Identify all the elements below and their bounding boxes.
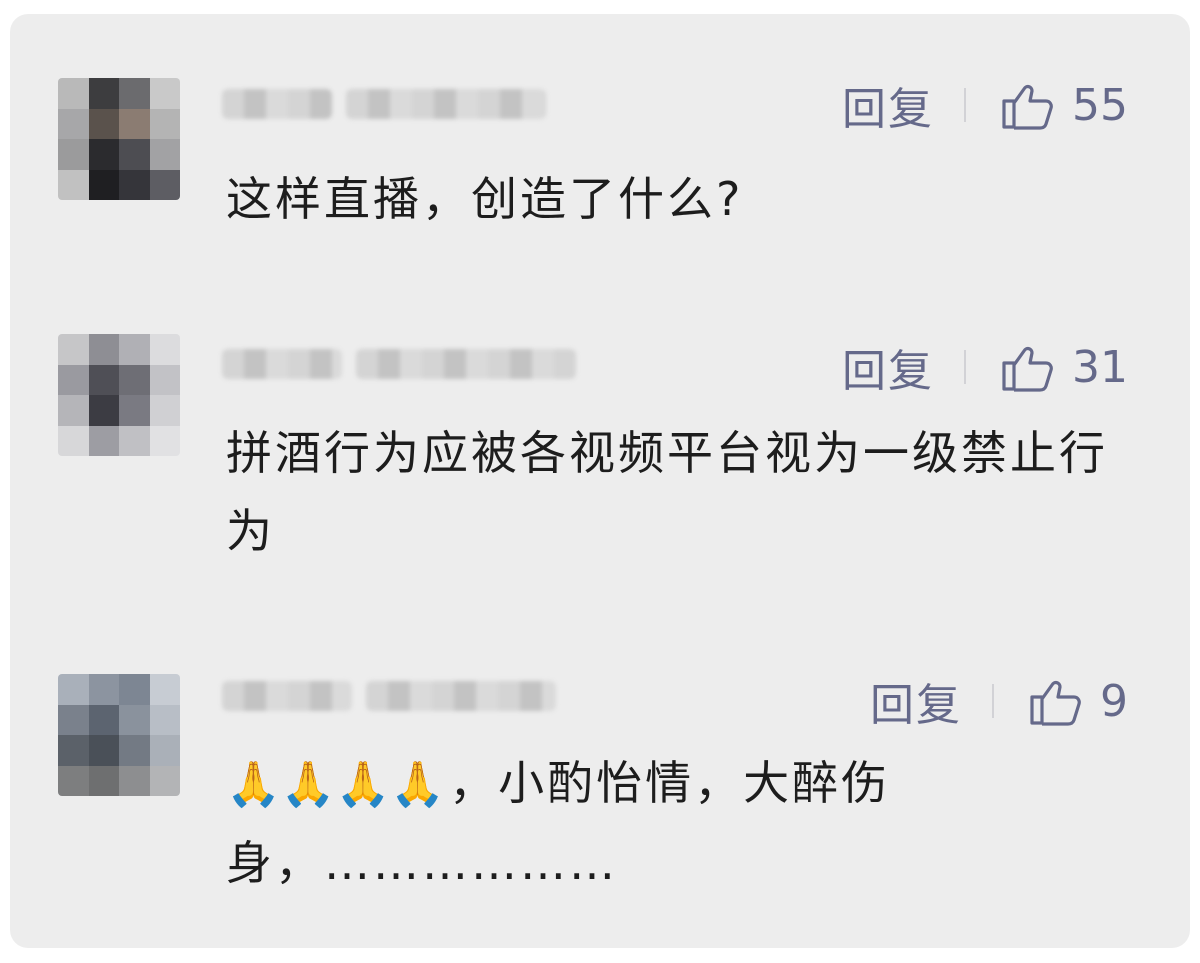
avatar-mosaic-tile bbox=[88, 139, 119, 170]
avatar-mosaic-tile bbox=[88, 425, 119, 456]
avatar-mosaic-tile bbox=[119, 395, 150, 426]
avatar-mosaic-tile bbox=[58, 78, 89, 109]
avatar-mosaic-tile bbox=[58, 704, 89, 735]
comment-list: 回复 55 这样直播，创造了什么? 回复 31 拼酒行为应被各视频平台视为一级禁… bbox=[10, 14, 1190, 948]
comment-text: 这样直播，创造了什么? bbox=[226, 172, 744, 226]
avatar-mosaic-tile bbox=[149, 395, 180, 426]
comment-text: 🙏🙏🙏🙏，小酌怡情，大醉伤身，……………… bbox=[226, 744, 1156, 902]
avatar-mosaic-tile bbox=[58, 334, 89, 365]
avatar-mosaic-tile bbox=[149, 674, 180, 705]
avatar-mosaic-tile bbox=[149, 78, 180, 109]
avatar-mosaic-tile bbox=[58, 395, 89, 426]
thumbs-up-icon[interactable] bbox=[1028, 676, 1082, 726]
avatar-mosaic-tile bbox=[119, 139, 150, 170]
avatar-mosaic-tile bbox=[149, 425, 180, 456]
username-blurred[interactable] bbox=[222, 344, 590, 384]
avatar-mosaic-tile bbox=[88, 334, 119, 365]
comment-actions: 回复 9 bbox=[870, 674, 1128, 732]
avatar-mosaic-tile bbox=[88, 395, 119, 426]
avatar-mosaic-tile bbox=[149, 169, 180, 200]
avatar-mosaic-tile bbox=[149, 765, 180, 796]
avatar-mosaic-tile bbox=[88, 704, 119, 735]
username-blurred[interactable] bbox=[222, 676, 570, 716]
thumbs-up-icon[interactable] bbox=[1000, 342, 1054, 392]
avatar-mosaic-tile bbox=[119, 425, 150, 456]
avatar-mosaic-tile bbox=[149, 704, 180, 735]
reply-button[interactable]: 回复 bbox=[842, 335, 934, 399]
like-count: 9 bbox=[1100, 675, 1128, 727]
avatar-mosaic-tile bbox=[88, 108, 119, 139]
avatar-mosaic-tile bbox=[58, 735, 89, 766]
avatar-mosaic-tile bbox=[119, 169, 150, 200]
avatar-mosaic-tile bbox=[88, 169, 119, 200]
avatar-mosaic-tile bbox=[88, 78, 119, 109]
comment-actions: 回复 55 bbox=[842, 78, 1128, 136]
avatar-mosaic-tile bbox=[88, 364, 119, 395]
avatar-mosaic-tile bbox=[149, 364, 180, 395]
divider bbox=[964, 88, 966, 122]
avatar-mosaic-tile bbox=[149, 735, 180, 766]
divider bbox=[964, 350, 966, 384]
avatar-mosaic-tile bbox=[149, 139, 180, 170]
avatar-mosaic-tile bbox=[119, 78, 150, 109]
avatar-mosaic-tile bbox=[58, 425, 89, 456]
like-count: 55 bbox=[1072, 79, 1128, 131]
avatar-mosaic-tile bbox=[149, 108, 180, 139]
avatar-mosaic-tile bbox=[88, 674, 119, 705]
avatar-mosaic-tile bbox=[58, 139, 89, 170]
avatar-mosaic-tile bbox=[119, 735, 150, 766]
avatar-mosaic-tile bbox=[119, 674, 150, 705]
avatar-mosaic-tile bbox=[119, 364, 150, 395]
avatar-mosaic-tile bbox=[149, 334, 180, 365]
comment-text: 拼酒行为应被各视频平台视为一级禁止行为 bbox=[226, 426, 1108, 558]
reply-button[interactable]: 回复 bbox=[842, 73, 934, 137]
avatar-mosaic-tile bbox=[58, 765, 89, 796]
comment-actions: 回复 31 bbox=[842, 340, 1128, 398]
avatar-mosaic-tile bbox=[58, 364, 89, 395]
avatar-mosaic-tile bbox=[119, 704, 150, 735]
username-blurred[interactable] bbox=[222, 84, 560, 124]
avatar-mosaic-tile bbox=[88, 735, 119, 766]
avatar-mosaic-tile bbox=[58, 108, 89, 139]
avatar-mosaic-tile bbox=[119, 765, 150, 796]
praying-hands-emoji: 🙏🙏🙏🙏 bbox=[226, 759, 446, 810]
divider bbox=[992, 684, 994, 718]
avatar[interactable] bbox=[58, 674, 180, 796]
avatar-mosaic-tile bbox=[119, 108, 150, 139]
avatar[interactable] bbox=[58, 334, 180, 456]
thumbs-up-icon[interactable] bbox=[1000, 80, 1054, 130]
avatar-mosaic-tile bbox=[58, 674, 89, 705]
avatar-mosaic-tile bbox=[119, 334, 150, 365]
avatar-mosaic-tile bbox=[58, 169, 89, 200]
avatar-mosaic-tile bbox=[88, 765, 119, 796]
avatar[interactable] bbox=[58, 78, 180, 200]
like-count: 31 bbox=[1072, 341, 1128, 393]
reply-button[interactable]: 回复 bbox=[870, 669, 962, 733]
